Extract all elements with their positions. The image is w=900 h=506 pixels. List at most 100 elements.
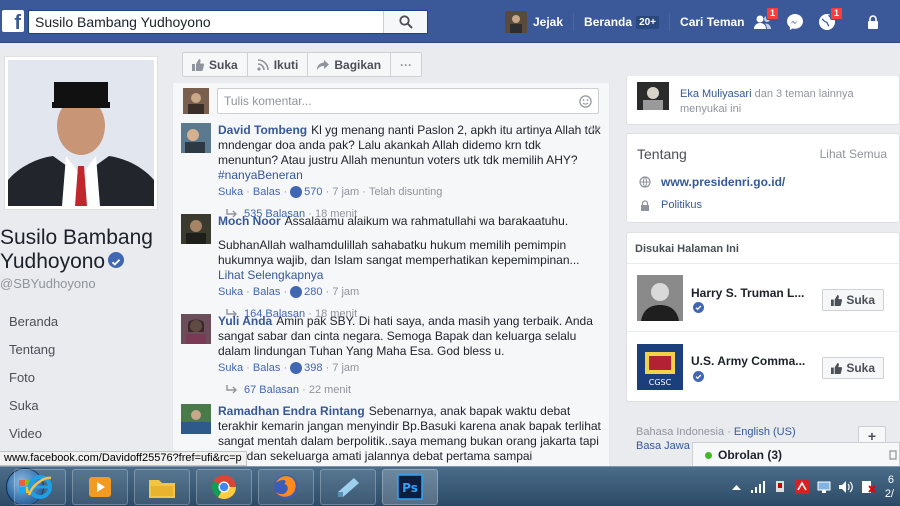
- taskbar-media-player[interactable]: [72, 469, 128, 505]
- commenter-avatar[interactable]: [181, 404, 211, 434]
- profile-picture[interactable]: [4, 56, 158, 210]
- comment-author[interactable]: David Tombeng: [218, 123, 307, 137]
- about-title[interactable]: Tentang: [637, 146, 687, 162]
- nav-home-link[interactable]: Beranda: [584, 15, 632, 29]
- category-link[interactable]: Politikus: [661, 199, 702, 211]
- like-page-button[interactable]: Suka: [183, 53, 248, 76]
- comment-author[interactable]: Ramadhan Endra Rintang: [218, 404, 365, 418]
- website-link[interactable]: www.presidenri.go.id/: [661, 175, 785, 189]
- liked-page-avatar[interactable]: [637, 275, 683, 321]
- friend-requests-button[interactable]: 1: [752, 7, 779, 33]
- like-page-suggested-button[interactable]: Suka: [822, 357, 884, 379]
- account-menu-button[interactable]: [894, 11, 900, 33]
- replies-count-link[interactable]: 67 Balasan: [244, 384, 299, 396]
- share-page-button[interactable]: Bagikan: [308, 53, 392, 76]
- messages-button[interactable]: [784, 11, 806, 33]
- likers-rest[interactable]: dan 3 teman lainnya: [755, 88, 854, 100]
- liked-page-name[interactable]: U.S. Army Comma...: [691, 354, 805, 368]
- comment-like-count[interactable]: 398: [304, 362, 322, 374]
- emoji-icon[interactable]: [579, 95, 592, 108]
- comment-time[interactable]: 7 jam: [332, 286, 359, 298]
- show-hidden-icons-button[interactable]: [728, 479, 744, 495]
- taskbar-internet-explorer[interactable]: [14, 469, 66, 505]
- volume-icon[interactable]: [838, 479, 854, 495]
- search-button[interactable]: [383, 11, 427, 33]
- more-options-button[interactable]: ···: [391, 53, 421, 76]
- comment-options-chevron-icon[interactable]: [589, 125, 601, 133]
- likers-suffix: menyukai ini: [680, 103, 742, 115]
- thumbs-up-icon: [831, 294, 843, 306]
- language-english-link[interactable]: English (US): [734, 426, 796, 438]
- liker-name-link[interactable]: Eka Muliyasari: [680, 88, 752, 100]
- page-action-buttons: Suka Ikuti Bagikan ···: [182, 52, 423, 77]
- follow-page-button[interactable]: Ikuti: [248, 53, 309, 76]
- language-javanese-link[interactable]: Basa Jawa: [636, 440, 690, 452]
- comment-reply-link[interactable]: Balas: [253, 362, 281, 374]
- comment-time[interactable]: 7 jam: [332, 362, 359, 374]
- antivirus-icon[interactable]: [794, 479, 810, 495]
- like-page-suggested-label: Suka: [846, 361, 875, 375]
- chat-sidebar-tab[interactable]: Obrolan (3): [692, 442, 900, 466]
- commenter-avatar[interactable]: [181, 214, 211, 244]
- search-input[interactable]: [29, 11, 389, 33]
- left-nav-item-suka[interactable]: Suka: [9, 392, 58, 420]
- comment-reply-link[interactable]: Balas: [253, 186, 281, 198]
- clock[interactable]: 6 2/: [882, 473, 894, 501]
- comment-like-link[interactable]: Suka: [218, 186, 243, 198]
- liker-avatar[interactable]: [637, 82, 669, 110]
- taskbar-firefox[interactable]: [258, 469, 314, 505]
- comment-meta: Suka · Balas · 280 · 7 jam: [218, 286, 360, 298]
- profile-photo: [8, 60, 154, 206]
- comment-author[interactable]: Yuli Anda: [218, 314, 272, 328]
- comment-like-link[interactable]: Suka: [218, 286, 243, 298]
- commenter-avatar[interactable]: [181, 314, 211, 344]
- comment-time[interactable]: 7 jam: [332, 186, 359, 198]
- nav-user-link[interactable]: Jejak: [533, 15, 563, 29]
- view-replies-row[interactable]: 67 Balasan · 22 menit: [226, 384, 601, 396]
- action-center-icon[interactable]: [860, 479, 876, 495]
- thumbs-up-icon: [192, 58, 204, 71]
- network-icon[interactable]: [816, 479, 832, 495]
- facebook-logo[interactable]: f: [2, 10, 24, 32]
- left-nav-item-foto[interactable]: Foto: [9, 364, 58, 392]
- rss-icon: [257, 58, 269, 71]
- page-title[interactable]: Susilo Bambang Yudhoyono: [0, 226, 165, 274]
- commenter-avatar[interactable]: [181, 123, 211, 153]
- reply-arrow-icon: [226, 385, 237, 394]
- notifications-button[interactable]: 1: [816, 7, 843, 33]
- privacy-shortcuts-button[interactable]: [862, 11, 884, 33]
- liked-page-avatar[interactable]: CGSC: [637, 344, 683, 390]
- usb-device-icon[interactable]: [772, 479, 788, 495]
- comment-author[interactable]: Moch Noor: [218, 214, 281, 228]
- like-page-suggested-button[interactable]: Suka: [822, 289, 884, 311]
- comment-body: Ramadhan Endra Rintang Sebenarnya, anak b…: [218, 404, 601, 464]
- chat-settings-icon[interactable]: [889, 450, 897, 460]
- taskbar-notepad[interactable]: [320, 469, 376, 505]
- commenter-avatar: [183, 88, 209, 114]
- liked-page-name[interactable]: Harry S. Truman L...: [691, 286, 804, 300]
- comment-reply-link[interactable]: Balas: [253, 286, 281, 298]
- taskbar-photoshop[interactable]: Ps: [382, 469, 438, 505]
- firefox-icon: [274, 475, 298, 499]
- comment-input[interactable]: Tulis komentar...: [217, 88, 599, 114]
- globe-icon: [639, 176, 651, 188]
- comment-like-count[interactable]: 280: [304, 286, 322, 298]
- comment-like-count[interactable]: 570: [304, 186, 322, 198]
- left-nav-item-tentang[interactable]: Tentang: [9, 336, 58, 364]
- taskbar-chrome[interactable]: [196, 469, 252, 505]
- comment-hashtag[interactable]: #nanyaBeneran: [218, 168, 303, 182]
- about-card: Tentang Lihat Semua www.presidenri.go.id…: [626, 133, 900, 223]
- about-see-all-link[interactable]: Lihat Semua: [820, 147, 887, 161]
- divider: [627, 263, 899, 264]
- left-nav-item-video[interactable]: Video: [9, 420, 58, 448]
- comment-like-link[interactable]: Suka: [218, 362, 243, 374]
- svg-text:Ps: Ps: [402, 481, 418, 495]
- page-title-line1: Susilo Bambang: [0, 226, 153, 249]
- comment-item: Moch Noor Assalaamu alaikum wa rahmatulla…: [181, 214, 601, 320]
- user-avatar[interactable]: [505, 11, 527, 33]
- nav-find-friends-link[interactable]: Cari Teman: [680, 15, 744, 29]
- left-nav-item-beranda[interactable]: Beranda: [9, 308, 58, 336]
- taskbar-file-explorer[interactable]: [134, 469, 190, 505]
- signal-strength-icon[interactable]: [750, 479, 766, 495]
- see-more-link[interactable]: Lihat Selengkapnya: [218, 268, 323, 282]
